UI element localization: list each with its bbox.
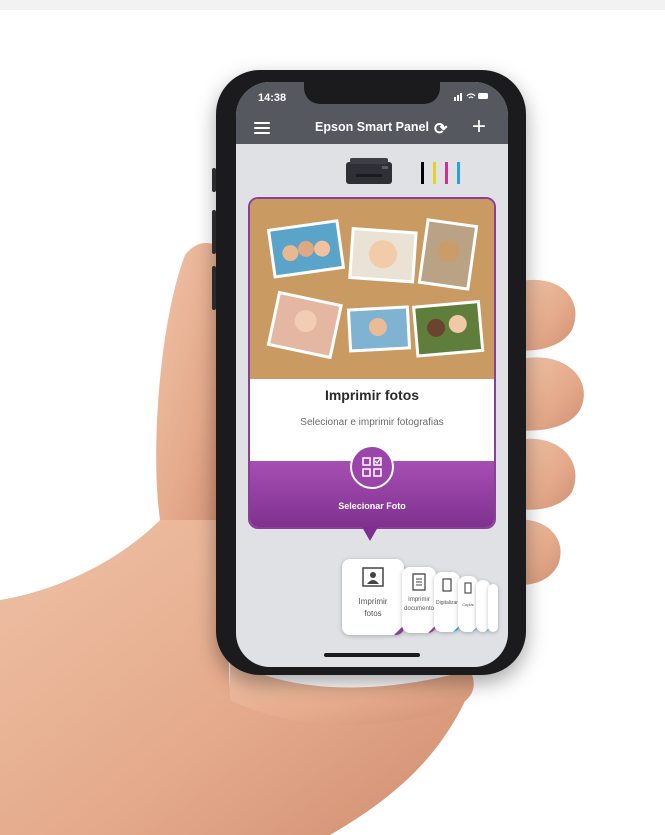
tile-more[interactable] — [488, 584, 498, 632]
volume-up-button — [212, 210, 216, 254]
tile-label-line1: Digitalizar — [436, 600, 458, 606]
tile-label-line1: Copiar — [462, 602, 474, 607]
refresh-icon[interactable]: ⟳ — [434, 119, 447, 139]
card-title: Imprimir fotos — [324, 387, 420, 403]
copy-icon — [464, 582, 472, 594]
scan-icon — [442, 578, 452, 592]
tile-scan[interactable]: Digitalizar — [434, 572, 460, 632]
ink-yellow — [433, 162, 436, 184]
portrait-icon — [362, 567, 384, 587]
document-icon — [412, 573, 426, 591]
status-time: 14:38 — [258, 92, 287, 104]
printer-icon[interactable] — [344, 156, 394, 186]
card-subtitle: Selecionar e imprimir fotografias — [300, 417, 444, 428]
tile-label-line1: Imprimir — [358, 597, 388, 606]
status-icons — [454, 91, 490, 104]
tile-print-document[interactable]: Imprimir documento — [402, 567, 436, 633]
phone-notch — [304, 82, 440, 104]
add-printer-icon[interactable]: + — [472, 115, 486, 139]
app-title: Epson Smart Panel — [315, 120, 429, 134]
photo-grid-icon — [362, 457, 382, 477]
app-bar: 14:38 Epson Smart Panel ⟳ + — [236, 82, 508, 144]
tile-label-line2: documento — [404, 606, 434, 612]
volume-down-button — [212, 266, 216, 310]
ink-cyan — [457, 162, 460, 184]
photo-collage-image — [250, 199, 494, 379]
tile-label-line1: Imprimir — [408, 597, 430, 603]
home-indicator[interactable] — [324, 653, 420, 657]
tile-label-line2: fotos — [364, 609, 382, 618]
select-photo-button[interactable] — [350, 445, 394, 489]
card-pointer — [362, 527, 378, 541]
select-photo-label: Selecionar Foto — [338, 501, 406, 511]
phone-screen: 14:38 Epson Smart Panel ⟳ + Imprimir fot… — [236, 82, 508, 667]
tile-print-photos[interactable]: Imprimir fotos — [342, 559, 404, 635]
signal-wifi-battery-icon — [454, 93, 488, 101]
ink-magenta — [445, 162, 448, 184]
ink-black — [421, 162, 424, 184]
mute-switch — [212, 168, 216, 192]
tile-copy[interactable]: Copiar — [458, 576, 478, 632]
ink-levels — [421, 162, 467, 184]
feature-card[interactable]: Imprimir fotos Selecionar e imprimir fot… — [248, 197, 496, 529]
